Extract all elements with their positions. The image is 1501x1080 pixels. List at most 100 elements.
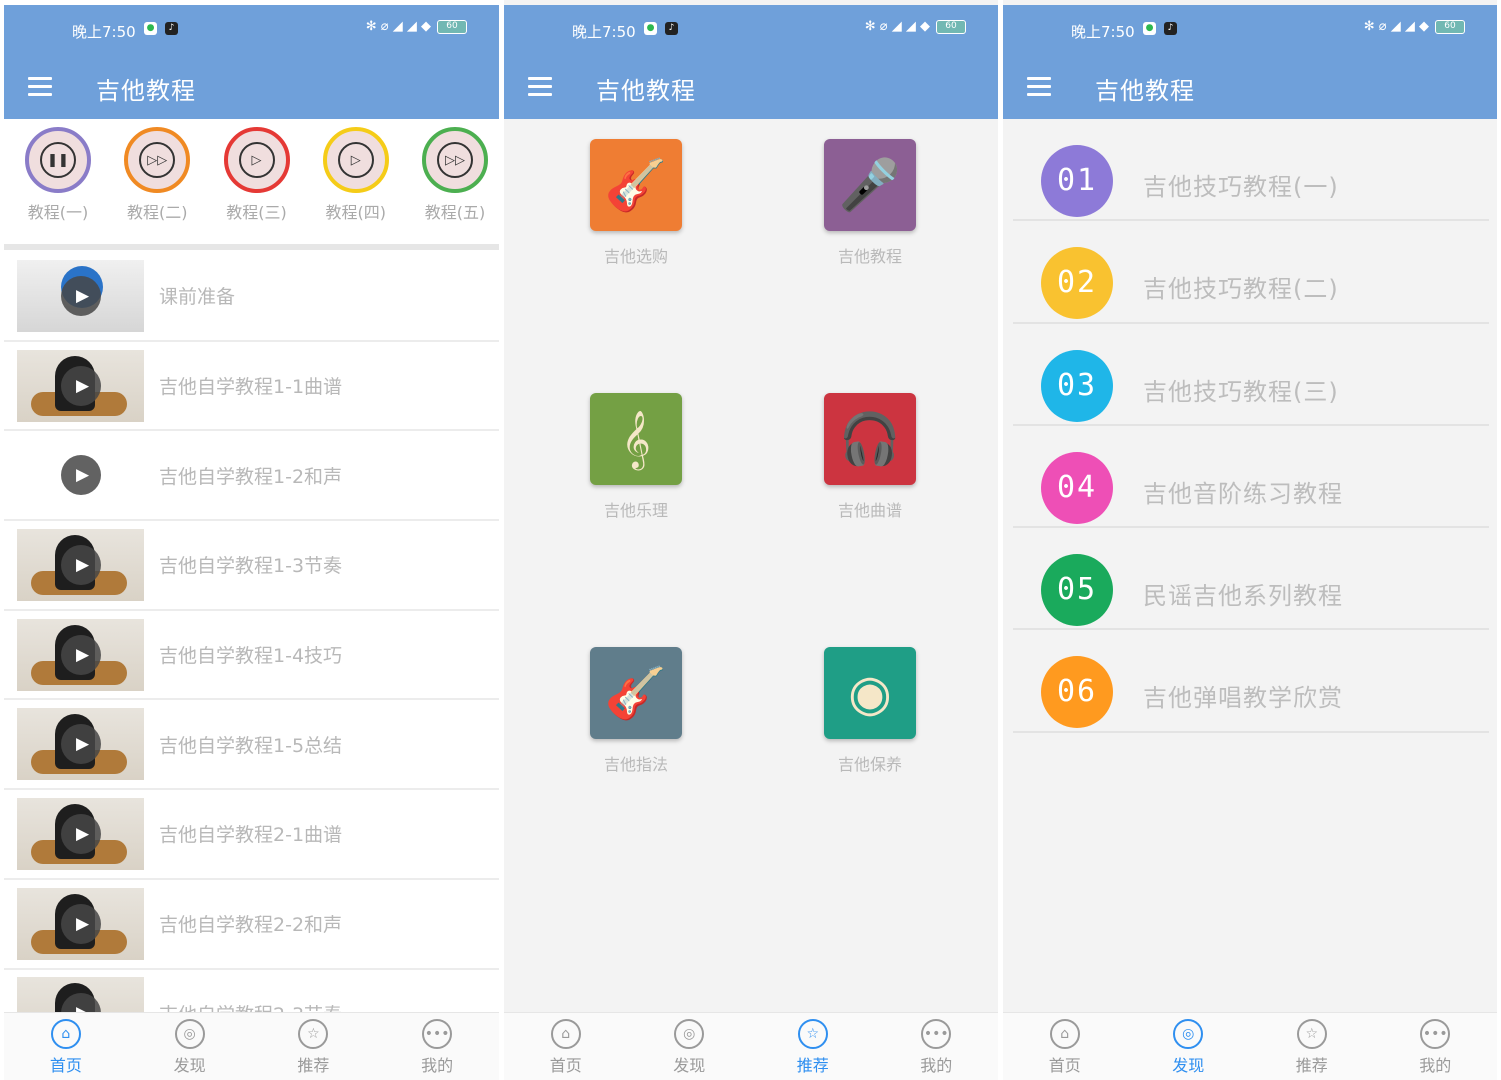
chapter-button[interactable]: ❚❚ 教程(一) (18, 127, 98, 245)
video-thumbnail: ▶ (17, 259, 144, 332)
nav-item-home[interactable]: ⌂ 首页 (504, 1013, 628, 1080)
nav-item-star[interactable]: ☆ 推荐 (1250, 1013, 1374, 1080)
course-title: 吉他技巧教程(三) (1143, 377, 1339, 406)
nav-item-more[interactable]: ••• 我的 (875, 1013, 999, 1080)
course-title: 吉他弹唱教学欣赏 (1143, 684, 1343, 713)
chapter-glyph: ▷ (337, 142, 374, 178)
nav-item-home[interactable]: ⌂ 首页 (4, 1013, 128, 1080)
app-bar: 晚上7:50 ● ♪ ✻ ⌀ ◢ ◢ ◆ 60 吉他教程 (504, 5, 998, 119)
tile-label: 吉他曲谱 (837, 501, 902, 520)
star-icon: ☆ (1296, 1019, 1327, 1049)
nav-item-compass[interactable]: ◎ 发现 (128, 1013, 252, 1080)
page-title: 吉他教程 (1095, 77, 1195, 105)
star-icon: ☆ (298, 1019, 329, 1049)
video-title: 吉他自学教程1-4技巧 (159, 645, 343, 668)
speaker-icon: ◉ (824, 647, 916, 739)
video-thumbnail: ▶ (17, 708, 144, 781)
menu-icon[interactable] (528, 77, 552, 96)
video-list-item[interactable]: ▶ 吉他自学教程1-2和声 (4, 431, 499, 522)
play-icon: ▶ (60, 813, 101, 854)
course-list-item[interactable]: 03 吉他技巧教程(三) (1013, 324, 1489, 426)
video-thumbnail: ▶ (17, 349, 144, 422)
course-list-item[interactable]: 04 吉他音阶练习教程 (1013, 426, 1489, 529)
chapter-label: 教程(三) (226, 203, 287, 222)
chapter-row: ❚❚ 教程(一) ▷▷ 教程(二) ▷ 教程(三) ▷ 教程(四) ▷▷ 教程(五) (4, 119, 499, 245)
video-title: 吉他自学教程1-3节奏 (159, 555, 343, 578)
video-title: 吉他自学教程2-1曲谱 (159, 824, 343, 847)
course-list-item[interactable]: 01 吉他技巧教程(一) (1013, 119, 1489, 222)
category-tile[interactable]: 🎤 吉他教程 (810, 139, 930, 267)
guitar-icon: 🎸 (590, 139, 682, 231)
category-tile[interactable]: 🎧 吉他曲谱 (810, 393, 930, 521)
course-list-item[interactable]: 02 吉他技巧教程(二) (1013, 221, 1489, 324)
app-bar: 晚上7:50 ● ♪ ✻ ⌀ ◢ ◢ ◆ 60 吉他教程 (4, 5, 499, 119)
nav-label: 首页 (49, 1056, 82, 1075)
video-title: 吉他自学教程1-1曲谱 (159, 376, 343, 399)
video-list-item[interactable]: ▶ 吉他自学教程1-1曲谱 (4, 342, 499, 432)
category-tile[interactable]: 𝄞 吉他乐理 (576, 393, 696, 521)
nav-item-more[interactable]: ••• 我的 (1374, 1013, 1498, 1080)
nav-item-star[interactable]: ☆ 推荐 (751, 1013, 875, 1080)
nav-item-star[interactable]: ☆ 推荐 (252, 1013, 376, 1080)
shield-icon: ● (644, 22, 657, 35)
tile-label: 吉他保养 (837, 755, 902, 774)
signal-icons: ✻ ⌀ ◢ ◢ ◆ (1363, 19, 1429, 34)
nav-item-more[interactable]: ••• 我的 (375, 1013, 499, 1080)
category-tile[interactable]: 🎸 吉他选购 (576, 139, 696, 267)
course-list-item[interactable]: 05 民谣吉他系列教程 (1013, 528, 1489, 631)
signal-icons: ✻ ⌀ ◢ ◢ ◆ (864, 19, 930, 34)
course-title: 民谣吉他系列教程 (1143, 582, 1343, 611)
video-title: 课前准备 (159, 286, 236, 309)
nav-label: 我的 (421, 1056, 454, 1075)
play-icon: ▶ (60, 634, 101, 675)
page-title: 吉他教程 (96, 77, 196, 105)
chapter-play-icon: ▷▷ (422, 127, 488, 193)
category-tile[interactable]: 🎸 吉他指法 (576, 647, 696, 775)
nav-label: 首页 (1048, 1056, 1081, 1075)
video-list-item[interactable]: ▶ 课前准备 (4, 252, 499, 342)
nav-item-compass[interactable]: ◎ 发现 (628, 1013, 752, 1080)
status-bar: 晚上7:50 ● ♪ ✻ ⌀ ◢ ◢ ◆ 60 (504, 5, 998, 53)
video-list-item[interactable]: ▶ 吉他自学教程2-1曲谱 (4, 790, 499, 880)
video-thumbnail: ▶ (17, 887, 144, 960)
tile-label: 吉他指法 (603, 755, 668, 774)
star-icon: ☆ (797, 1019, 828, 1049)
screen-recommend: 晚上7:50 ● ♪ ✻ ⌀ ◢ ◢ ◆ 60 吉他教程 🎸 吉他选购 🎤 吉他教程 𝄞… (504, 0, 998, 1080)
chapter-button[interactable]: ▷ 教程(三) (217, 127, 297, 245)
category-tile[interactable]: ◉ 吉他保养 (810, 647, 930, 775)
bottom-nav: ⌂ 首页 ◎ 发现 ☆ 推荐 ••• 我的 (1003, 1012, 1497, 1080)
more-icon: ••• (921, 1019, 952, 1049)
status-time: 晚上7:50 (72, 23, 136, 41)
status-bar: 晚上7:50 ● ♪ ✻ ⌀ ◢ ◢ ◆ 60 (4, 5, 499, 53)
home-icon: ⌂ (50, 1019, 81, 1049)
tile-label: 吉他选购 (603, 247, 668, 266)
chapter-button[interactable]: ▷▷ 教程(五) (415, 127, 495, 245)
chapter-label: 教程(一) (27, 203, 89, 222)
chapter-button[interactable]: ▷▷ 教程(二) (117, 127, 197, 245)
video-list-item[interactable]: ▶ 吉他自学教程1-5总结 (4, 700, 499, 791)
menu-icon[interactable] (1027, 77, 1051, 96)
video-list-item[interactable]: ▶ 吉他自学教程1-4技巧 (4, 611, 499, 701)
video-list-item[interactable]: ▶ 吉他自学教程1-3节奏 (4, 521, 499, 611)
home-icon: ⌂ (550, 1019, 581, 1049)
chapter-button[interactable]: ▷ 教程(四) (316, 127, 396, 245)
nav-item-compass[interactable]: ◎ 发现 (1127, 1013, 1251, 1080)
course-list-item[interactable]: 06 吉他弹唱教学欣赏 (1013, 630, 1489, 733)
home-icon: ⌂ (1049, 1019, 1080, 1049)
shield-icon: ● (1143, 22, 1156, 35)
video-title: 吉他自学教程1-5总结 (159, 734, 343, 757)
play-icon: ▶ (60, 903, 101, 944)
video-title: 吉他自学教程1-2和声 (159, 465, 343, 488)
course-number-badge: 04 (1041, 451, 1113, 524)
menu-icon[interactable] (28, 77, 52, 96)
tiktok-icon: ♪ (165, 22, 178, 35)
chapter-play-icon: ▷▷ (124, 127, 191, 193)
chapter-glyph: ▷ (238, 142, 275, 178)
headphones-icon: 🎧 (824, 393, 916, 485)
course-number-badge: 06 (1041, 656, 1113, 729)
video-list-item[interactable]: ▶ 吉他自学教程2-2和声 (4, 880, 499, 970)
nav-item-home[interactable]: ⌂ 首页 (1003, 1013, 1127, 1080)
treble-clef-icon: 𝄞 (590, 393, 682, 485)
video-thumbnail: ▶ (17, 439, 144, 511)
screen-home: 晚上7:50 ● ♪ ✻ ⌀ ◢ ◢ ◆ 60 吉他教程 ❚❚ 教程(一) ▷▷ 教程… (4, 0, 499, 1080)
